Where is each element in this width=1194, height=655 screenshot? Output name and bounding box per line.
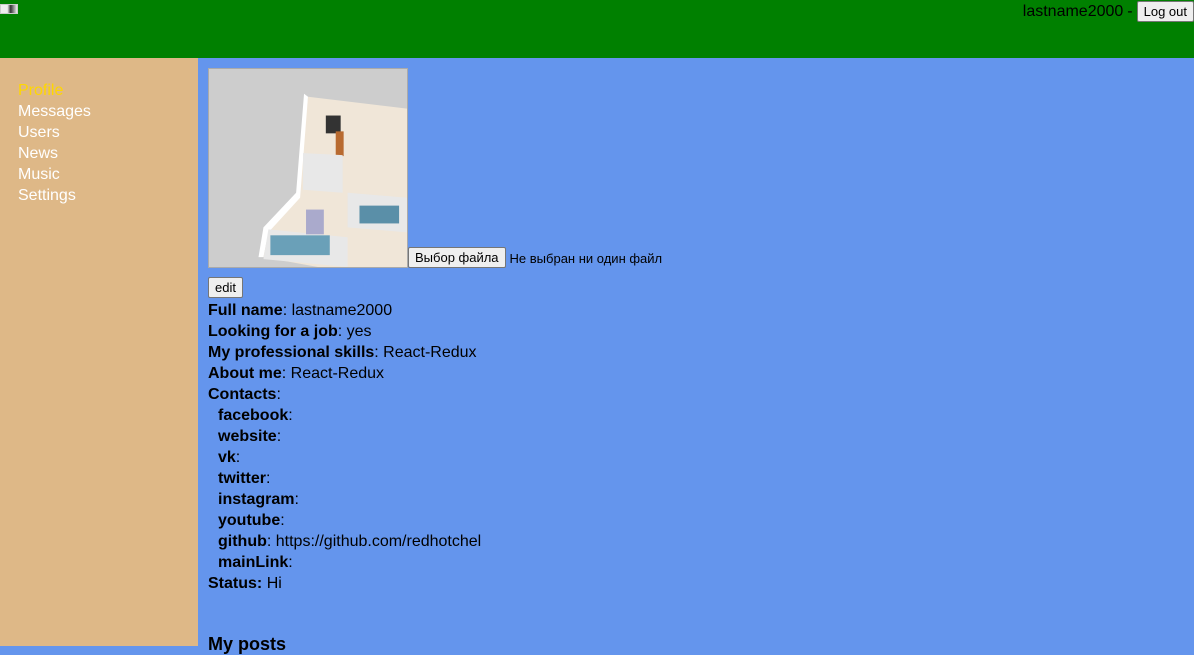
file-status: Не выбран ни один файл	[509, 251, 663, 266]
posts-title: My posts	[208, 634, 287, 654]
username: lastname2000	[1022, 2, 1124, 20]
profile-photo	[208, 68, 408, 268]
status-row[interactable]: Status: Hi	[208, 573, 1188, 594]
login-block: lastname2000 - Log out	[1023, 1, 1194, 22]
contact-instagram: instagram:	[218, 491, 299, 508]
sidebar-item-messages[interactable]: Messages	[18, 101, 198, 122]
profile-content: Выбор файла Не выбран ни один файл edit …	[208, 68, 1188, 655]
contacts-row: Contacts:	[208, 386, 281, 403]
contact-mainlink: mainLink:	[218, 554, 293, 571]
edit-button[interactable]: edit	[208, 277, 243, 298]
profile-info: Full name: lastname2000 Looking for a jo…	[208, 300, 1188, 594]
contact-github: github: https://github.com/redhotchel	[218, 533, 482, 550]
sidebar-item-news[interactable]: News	[18, 143, 198, 164]
sidebar: Profile Messages Users News Music Settin…	[0, 58, 198, 646]
job-row: Looking for a job: yes	[208, 323, 372, 340]
about-row: About me: React-Redux	[208, 365, 385, 382]
contact-youtube: youtube:	[218, 512, 285, 529]
sidebar-item-music[interactable]: Music	[18, 164, 198, 185]
full-name-row: Full name: lastname2000	[208, 302, 393, 319]
contact-vk: vk:	[218, 449, 241, 466]
sidebar-item-profile[interactable]: Profile	[18, 80, 198, 101]
contact-website: website:	[218, 428, 282, 445]
logo-image	[0, 4, 18, 14]
separator: -	[1127, 2, 1133, 20]
contact-facebook: facebook:	[218, 407, 293, 424]
logout-button[interactable]: Log out	[1136, 1, 1194, 22]
sidebar-item-users[interactable]: Users	[18, 122, 198, 143]
sidebar-item-settings[interactable]: Settings	[18, 185, 198, 206]
skills-row: My professional skills: React-Redux	[208, 344, 477, 361]
header: lastname2000 - Log out	[0, 0, 1194, 58]
contact-twitter: twitter:	[218, 470, 271, 487]
choose-file-button[interactable]: Выбор файла	[408, 247, 506, 268]
